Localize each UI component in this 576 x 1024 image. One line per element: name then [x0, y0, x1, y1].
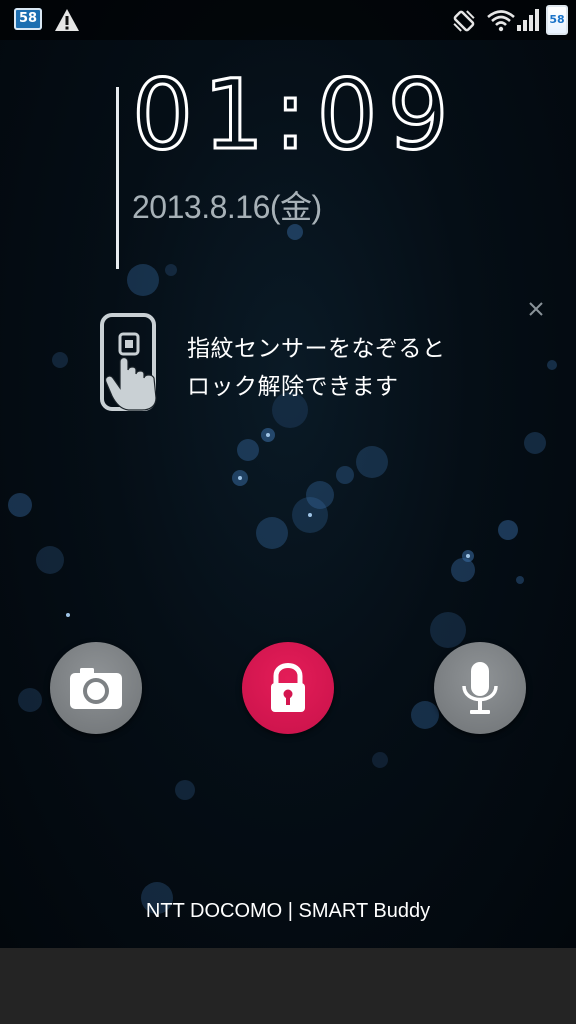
wifi-icon	[487, 10, 515, 32]
hint-line-1: 指紋センサーをなぞると	[187, 336, 446, 362]
voice-button[interactable]	[434, 642, 526, 734]
vibrate-icon	[453, 10, 475, 32]
close-icon[interactable]	[526, 299, 546, 319]
lock-icon	[271, 663, 305, 712]
camera-button[interactable]	[50, 642, 142, 734]
clock-divider	[116, 87, 119, 269]
unlock-button[interactable]	[242, 642, 334, 734]
signal-icon	[517, 9, 539, 31]
fingerprint-swipe-icon	[100, 313, 157, 411]
carrier-label: NTT DOCOMO | SMART Buddy	[145, 900, 431, 922]
status-bar: 58 58	[0, 0, 576, 40]
clock-time-text: 01:09	[132, 70, 459, 160]
fingerprint-hint: 指紋センサーをなぞると ロック解除できます	[187, 330, 497, 406]
battery-level: 58	[549, 13, 565, 26]
clock-date: 2013.8.16(金)	[132, 189, 322, 225]
clock-time: 01:09	[132, 70, 459, 160]
microphone-icon	[462, 662, 498, 714]
battery-icon: 58	[546, 5, 568, 35]
navigation-bar	[0, 948, 576, 1024]
notification-count: 58	[18, 11, 38, 26]
camera-icon	[70, 668, 122, 709]
hint-line-2: ロック解除できます	[187, 374, 399, 400]
warning-icon	[55, 9, 79, 31]
notification-badge[interactable]: 58	[14, 8, 42, 30]
